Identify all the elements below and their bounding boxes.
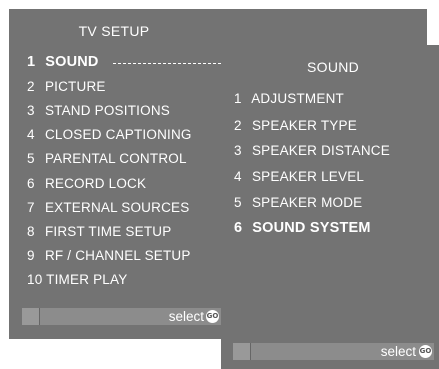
menu-item-label: CLOSED CAPTIONING — [44, 127, 192, 142]
menu-item-number: 7 — [27, 200, 35, 215]
menu-item-record-lock[interactable]: 6 RECORD LOCK — [27, 176, 146, 191]
menu-item-closed-captioning[interactable]: 4 CLOSED CAPTIONING — [27, 127, 192, 142]
status-bar: select GO — [22, 308, 221, 325]
menu-item-external-sources[interactable]: 7 EXTERNAL SOURCES — [27, 200, 189, 215]
menu-item-label: PICTURE — [44, 79, 106, 94]
go-button-icon[interactable]: GO — [206, 310, 219, 323]
status-indicator — [233, 343, 251, 360]
menu-item-label: STAND POSITIONS — [44, 103, 170, 118]
menu-item-number: 4 — [27, 127, 35, 142]
tv-setup-screen: TV SETUP 1 SOUND 2 PICTURE 3 STAND POSIT… — [0, 0, 439, 369]
sound-submenu: SOUND 1 ADJUSTMENT 2 SPEAKER TYPE 3 SPEA… — [221, 45, 439, 369]
menu-item-number: 5 — [27, 151, 35, 166]
submenu-item-speaker-level[interactable]: 4 SPEAKER LEVEL — [234, 169, 364, 184]
select-hint: select — [168, 309, 204, 324]
submenu-title: SOUND — [307, 59, 360, 75]
submenu-item-speaker-mode[interactable]: 5 SPEAKER MODE — [234, 195, 362, 210]
menu-item-label: TIMER PLAY — [46, 272, 128, 287]
menu-item-number: 4 — [234, 169, 242, 184]
menu-item-label: SPEAKER MODE — [251, 195, 363, 210]
menu-item-number: 3 — [27, 103, 35, 118]
menu-item-first-time-setup[interactable]: 8 FIRST TIME SETUP — [27, 224, 171, 239]
menu-item-number: 2 — [27, 79, 35, 94]
menu-item-label: PARENTAL CONTROL — [44, 151, 187, 166]
submenu-item-sound-system[interactable]: 6 SOUND SYSTEM — [234, 220, 371, 236]
submenu-item-speaker-distance[interactable]: 3 SPEAKER DISTANCE — [234, 143, 390, 158]
status-bar: select GO — [233, 343, 434, 360]
menu-item-number: 2 — [234, 118, 242, 133]
menu-item-number: 5 — [234, 195, 242, 210]
menu-item-label: SPEAKER DISTANCE — [251, 143, 390, 158]
menu-item-rf-channel-setup[interactable]: 9 RF / CHANNEL SETUP — [27, 248, 191, 263]
menu-item-number: 8 — [27, 224, 35, 239]
submenu-item-adjustment[interactable]: 1 ADJUSTMENT — [234, 91, 344, 106]
menu-item-number: 6 — [234, 220, 243, 236]
status-indicator — [22, 308, 40, 325]
go-button-icon[interactable]: GO — [419, 345, 432, 358]
menu-item-label: SPEAKER TYPE — [251, 118, 357, 133]
submenu-item-speaker-type[interactable]: 2 SPEAKER TYPE — [234, 118, 357, 133]
menu-item-label: SOUND SYSTEM — [252, 220, 371, 236]
menu-item-number: 6 — [27, 176, 35, 191]
menu-item-sound[interactable]: 1 SOUND — [27, 54, 99, 70]
select-hint: select — [380, 344, 416, 359]
menu-item-label: SPEAKER LEVEL — [251, 169, 365, 184]
menu-item-label: FIRST TIME SETUP — [44, 224, 172, 239]
menu-item-label: ADJUSTMENT — [251, 91, 344, 106]
menu-item-number: 10 — [27, 272, 43, 287]
menu-item-label: RECORD LOCK — [44, 176, 147, 191]
menu-item-number: 1 — [234, 91, 242, 106]
menu-item-picture[interactable]: 2 PICTURE — [27, 79, 106, 94]
menu-item-label: RF / CHANNEL SETUP — [44, 248, 191, 263]
menu-item-stand-positions[interactable]: 3 STAND POSITIONS — [27, 103, 170, 118]
menu-item-parental-control[interactable]: 5 PARENTAL CONTROL — [27, 151, 187, 166]
menu-item-label: EXTERNAL SOURCES — [44, 200, 190, 215]
menu-item-number: 1 — [27, 54, 36, 70]
menu-item-label: SOUND — [45, 54, 99, 70]
menu-item-number: 3 — [234, 143, 242, 158]
menu-item-timer-play[interactable]: 10 TIMER PLAY — [27, 272, 127, 287]
menu-item-number: 9 — [27, 248, 35, 263]
menu-title: TV SETUP — [78, 23, 150, 39]
